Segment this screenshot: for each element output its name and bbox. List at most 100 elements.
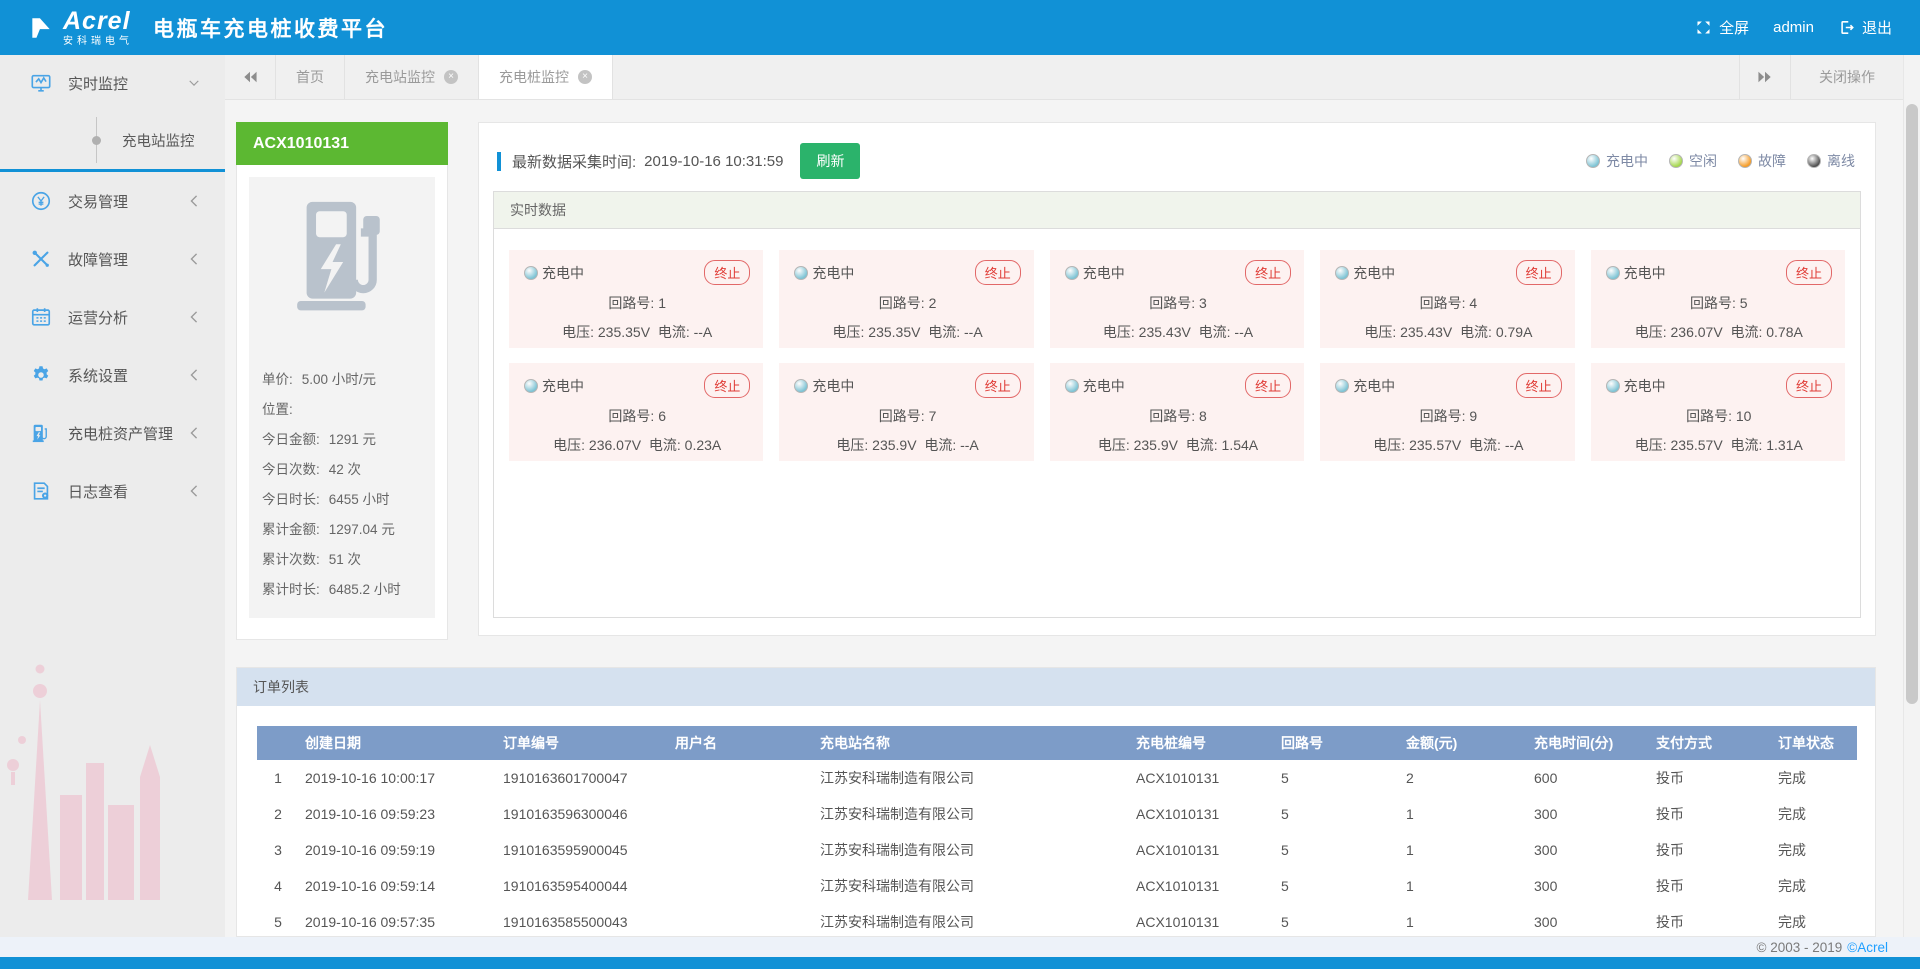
cell-order-status: 完成: [1772, 760, 1857, 796]
terminate-button[interactable]: 终止: [1516, 260, 1562, 285]
vertical-scrollbar[interactable]: [1903, 55, 1920, 937]
transaction-icon: [30, 190, 52, 212]
circuit-card: 充电中 终止 回路号: 6 电压: 236.07V 电流: 0.23A: [509, 363, 763, 461]
status-label: 充电中: [1353, 263, 1395, 283]
circuit-card: 充电中 终止 回路号: 7 电压: 235.9V 电流: --A: [779, 363, 1033, 461]
terminate-button[interactable]: 终止: [1786, 260, 1832, 285]
logout-button[interactable]: 退出: [1838, 17, 1892, 38]
tab[interactable]: 首页: [276, 55, 345, 99]
cell-charge-minutes: 300: [1528, 796, 1650, 832]
user-menu[interactable]: admin: [1773, 19, 1814, 36]
sidebar-item-label: 实时监控: [68, 73, 128, 94]
circuit-number: 回路号: 1: [524, 293, 750, 313]
close-operations-button[interactable]: 关闭操作: [1790, 55, 1903, 99]
legend-item: 充电中: [1586, 151, 1648, 171]
circuit-card-header: 充电中 终止: [1065, 260, 1291, 285]
tab[interactable]: 充电桩监控 ×: [479, 55, 613, 99]
tabs-scroll-left-button[interactable]: [225, 55, 276, 99]
legend-label: 充电中: [1606, 151, 1648, 171]
circuit-card: 充电中 终止 回路号: 1 电压: 235.35V 电流: --A: [509, 250, 763, 348]
terminate-button[interactable]: 终止: [1245, 260, 1291, 285]
status-label: 充电中: [1353, 376, 1395, 396]
status-label: 充电中: [542, 376, 584, 396]
station-stat: 累计时长:6485.2 小时: [262, 575, 435, 605]
status-charging-icon: [1606, 266, 1620, 280]
tabs-scroll-right-button[interactable]: [1739, 55, 1790, 99]
stat-label: 单价:: [262, 372, 293, 387]
column-header: 订单编号: [497, 726, 669, 760]
cell-circuit-number: 5: [1275, 760, 1400, 796]
circuit-cards: 充电中 终止 回路号: 1 电压: 235.35V 电流: --A 充: [494, 229, 1860, 482]
fault-icon: [30, 248, 52, 270]
logo-text: Acrel: [63, 9, 133, 34]
cell-created-date: 2019-10-16 09:59:23: [299, 796, 497, 832]
orders-table-wrap: 创建日期订单编号用户名充电站名称充电桩编号回路号金额(元)充电时间(分)支付方式…: [237, 706, 1875, 937]
circuit-number: 回路号: 3: [1065, 293, 1291, 313]
circuit-measurements: 电压: 235.9V 电流: --A: [794, 435, 1020, 455]
brand-link[interactable]: ©Acrel: [1847, 940, 1888, 955]
circuit-card-header: 充电中 终止: [1335, 373, 1561, 398]
sidebar-item-charging-station-monitor[interactable]: 充电站监控: [0, 111, 225, 169]
analysis-icon: [30, 306, 52, 328]
terminate-button[interactable]: 终止: [975, 373, 1021, 398]
tab[interactable]: 充电站监控 ×: [345, 55, 479, 99]
terminate-button[interactable]: 终止: [1516, 373, 1562, 398]
circuit-card: 充电中 终止 回路号: 3 电压: 235.43V 电流: --A: [1050, 250, 1304, 348]
sidebar-item-realtime-monitor[interactable]: 实时监控: [0, 55, 225, 111]
cell-circuit-number: 5: [1275, 796, 1400, 832]
table-row[interactable]: 1 2019-10-16 10:00:17 1910163601700047 江…: [257, 760, 1857, 796]
station-stat: 累计金额:1297.04 元: [262, 515, 435, 545]
circuit-number: 回路号: 7: [794, 406, 1020, 426]
cell-created-date: 2019-10-16 09:59:14: [299, 868, 497, 904]
refresh-button[interactable]: 刷新: [800, 143, 860, 179]
table-row[interactable]: 4 2019-10-16 09:59:14 1910163595400044 江…: [257, 868, 1857, 904]
sidebar-item[interactable]: 故障管理: [0, 230, 225, 288]
sidebar-item-label: 充电桩资产管理: [68, 423, 173, 444]
cell-circuit-number: 5: [1275, 904, 1400, 937]
status-icon: [1807, 154, 1821, 168]
cell-order-status: 完成: [1772, 904, 1857, 937]
circuit-card-header: 充电中 终止: [1606, 373, 1832, 398]
table-row[interactable]: 3 2019-10-16 09:59:19 1910163595900045 江…: [257, 832, 1857, 868]
cell-order-number: 1910163595400044: [497, 868, 669, 904]
sidebar-item[interactable]: 充电桩资产管理: [0, 404, 225, 462]
stat-label: 今日金额:: [262, 432, 320, 447]
terminate-button[interactable]: 终止: [704, 260, 750, 285]
status-label: 充电中: [1083, 376, 1125, 396]
cell-payment-method: 投币: [1650, 832, 1772, 868]
sidebar-item[interactable]: 日志查看: [0, 462, 225, 520]
status-charging-icon: [1606, 379, 1620, 393]
chevron-left-icon: [189, 369, 199, 381]
table-row[interactable]: 5 2019-10-16 09:57:35 1910163585500043 江…: [257, 904, 1857, 937]
sidebar-item[interactable]: 系统设置: [0, 346, 225, 404]
settings-icon: [30, 364, 52, 386]
tab-close-icon[interactable]: ×: [578, 70, 592, 84]
tab-close-icon[interactable]: ×: [444, 70, 458, 84]
terminate-button[interactable]: 终止: [1786, 373, 1832, 398]
cell-order-number: 1910163585500043: [497, 904, 669, 937]
sidebar-item-label: 系统设置: [68, 365, 128, 386]
status-charging-icon: [1065, 379, 1079, 393]
status-label: 充电中: [1083, 263, 1125, 283]
cell-circuit-number: 5: [1275, 832, 1400, 868]
circuit-card-header: 充电中 终止: [1606, 260, 1832, 285]
sidebar-item[interactable]: 运营分析: [0, 288, 225, 346]
station-info-box: 单价:5.00 小时/元 位置: 今日金额:1291 元 今日次数:42 次 今…: [249, 177, 435, 618]
terminate-button[interactable]: 终止: [704, 373, 750, 398]
circuit-card: 充电中 终止 回路号: 5 电压: 236.07V 电流: 0.78A: [1591, 250, 1845, 348]
terminate-button[interactable]: 终止: [975, 260, 1021, 285]
cell-index: 4: [257, 868, 299, 904]
double-chevron-right-icon: [1758, 71, 1772, 83]
circuit-number: 回路号: 6: [524, 406, 750, 426]
fullscreen-button[interactable]: 全屏: [1695, 17, 1749, 38]
circuit-card-header: 充电中 终止: [524, 373, 750, 398]
chevron-left-icon: [189, 195, 199, 207]
stat-label: 累计时长:: [262, 582, 320, 597]
terminate-button[interactable]: 终止: [1245, 373, 1291, 398]
column-header: 支付方式: [1650, 726, 1772, 760]
table-row[interactable]: 2 2019-10-16 09:59:23 1910163596300046 江…: [257, 796, 1857, 832]
sidebar-item[interactable]: 交易管理: [0, 172, 225, 230]
cell-amount: 1: [1400, 868, 1528, 904]
scrollbar-thumb[interactable]: [1906, 104, 1918, 704]
orders-panel: 订单列表 创建日期订单编号用户名充电站名称充电桩编号回路号金额(元)充电时间(分…: [236, 667, 1876, 937]
